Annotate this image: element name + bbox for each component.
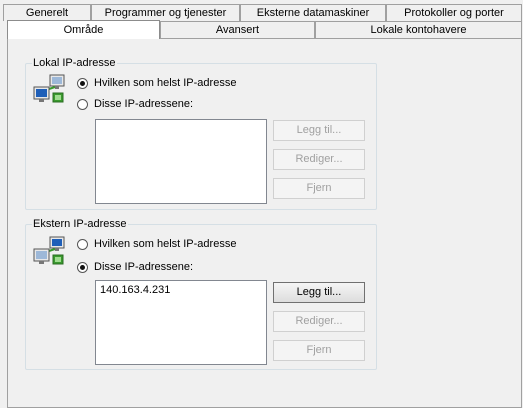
tab-protokoller-og-porter[interactable]: Protokoller og porter: [386, 4, 522, 21]
local-radio-these-ip-label: Disse IP-adressene:: [94, 98, 194, 110]
tab-avansert[interactable]: Avansert: [160, 21, 315, 38]
remote-radio-any-ip[interactable]: Hvilken som helst IP-adresse: [77, 238, 236, 250]
remote-radio-these-ip-label: Disse IP-adressene:: [94, 261, 194, 273]
local-ip-group-title: Lokal IP-adresse: [32, 56, 117, 70]
radio-checked-indicator[interactable]: [77, 261, 88, 273]
local-remove-button[interactable]: Fjern: [273, 178, 365, 199]
local-add-button[interactable]: Legg til...: [273, 120, 365, 141]
tab-programmer-og-tjenester[interactable]: Programmer og tjenester: [91, 4, 240, 21]
local-radio-any-ip-label: Hvilken som helst IP-adresse: [94, 77, 237, 89]
local-edit-button[interactable]: Rediger...: [273, 149, 365, 170]
tab-eksterne-datamaskiner[interactable]: Eksterne datamaskiner: [240, 4, 386, 21]
remote-radio-these-ip[interactable]: Disse IP-adressene:: [77, 261, 193, 273]
remote-remove-button[interactable]: Fjern: [273, 340, 365, 361]
tab-lokale-kontohavere[interactable]: Lokale kontohavere: [315, 21, 522, 38]
radio-checked-indicator[interactable]: [77, 77, 88, 89]
local-radio-any-ip[interactable]: Hvilken som helst IP-adresse: [77, 77, 236, 89]
radio-unchecked-indicator[interactable]: [77, 238, 88, 250]
local-radio-these-ip[interactable]: Disse IP-adressene:: [77, 98, 193, 110]
remote-radio-any-ip-label: Hvilken som helst IP-adresse: [94, 238, 237, 250]
remote-add-button[interactable]: Legg til...: [273, 282, 365, 303]
local-ip-listbox[interactable]: [95, 119, 267, 204]
radio-unchecked-indicator[interactable]: [77, 98, 88, 110]
tab-omrade[interactable]: Område: [7, 20, 160, 39]
remote-ip-group-title: Ekstern IP-adresse: [32, 217, 128, 231]
tab-generelt[interactable]: Generelt: [3, 4, 91, 21]
remote-computers-network-icon: [33, 236, 65, 265]
list-item[interactable]: 140.163.4.231: [96, 281, 266, 299]
remote-ip-listbox[interactable]: 140.163.4.231: [95, 280, 267, 365]
remote-edit-button[interactable]: Rediger...: [273, 311, 365, 332]
local-computer-network-icon: [33, 74, 65, 103]
